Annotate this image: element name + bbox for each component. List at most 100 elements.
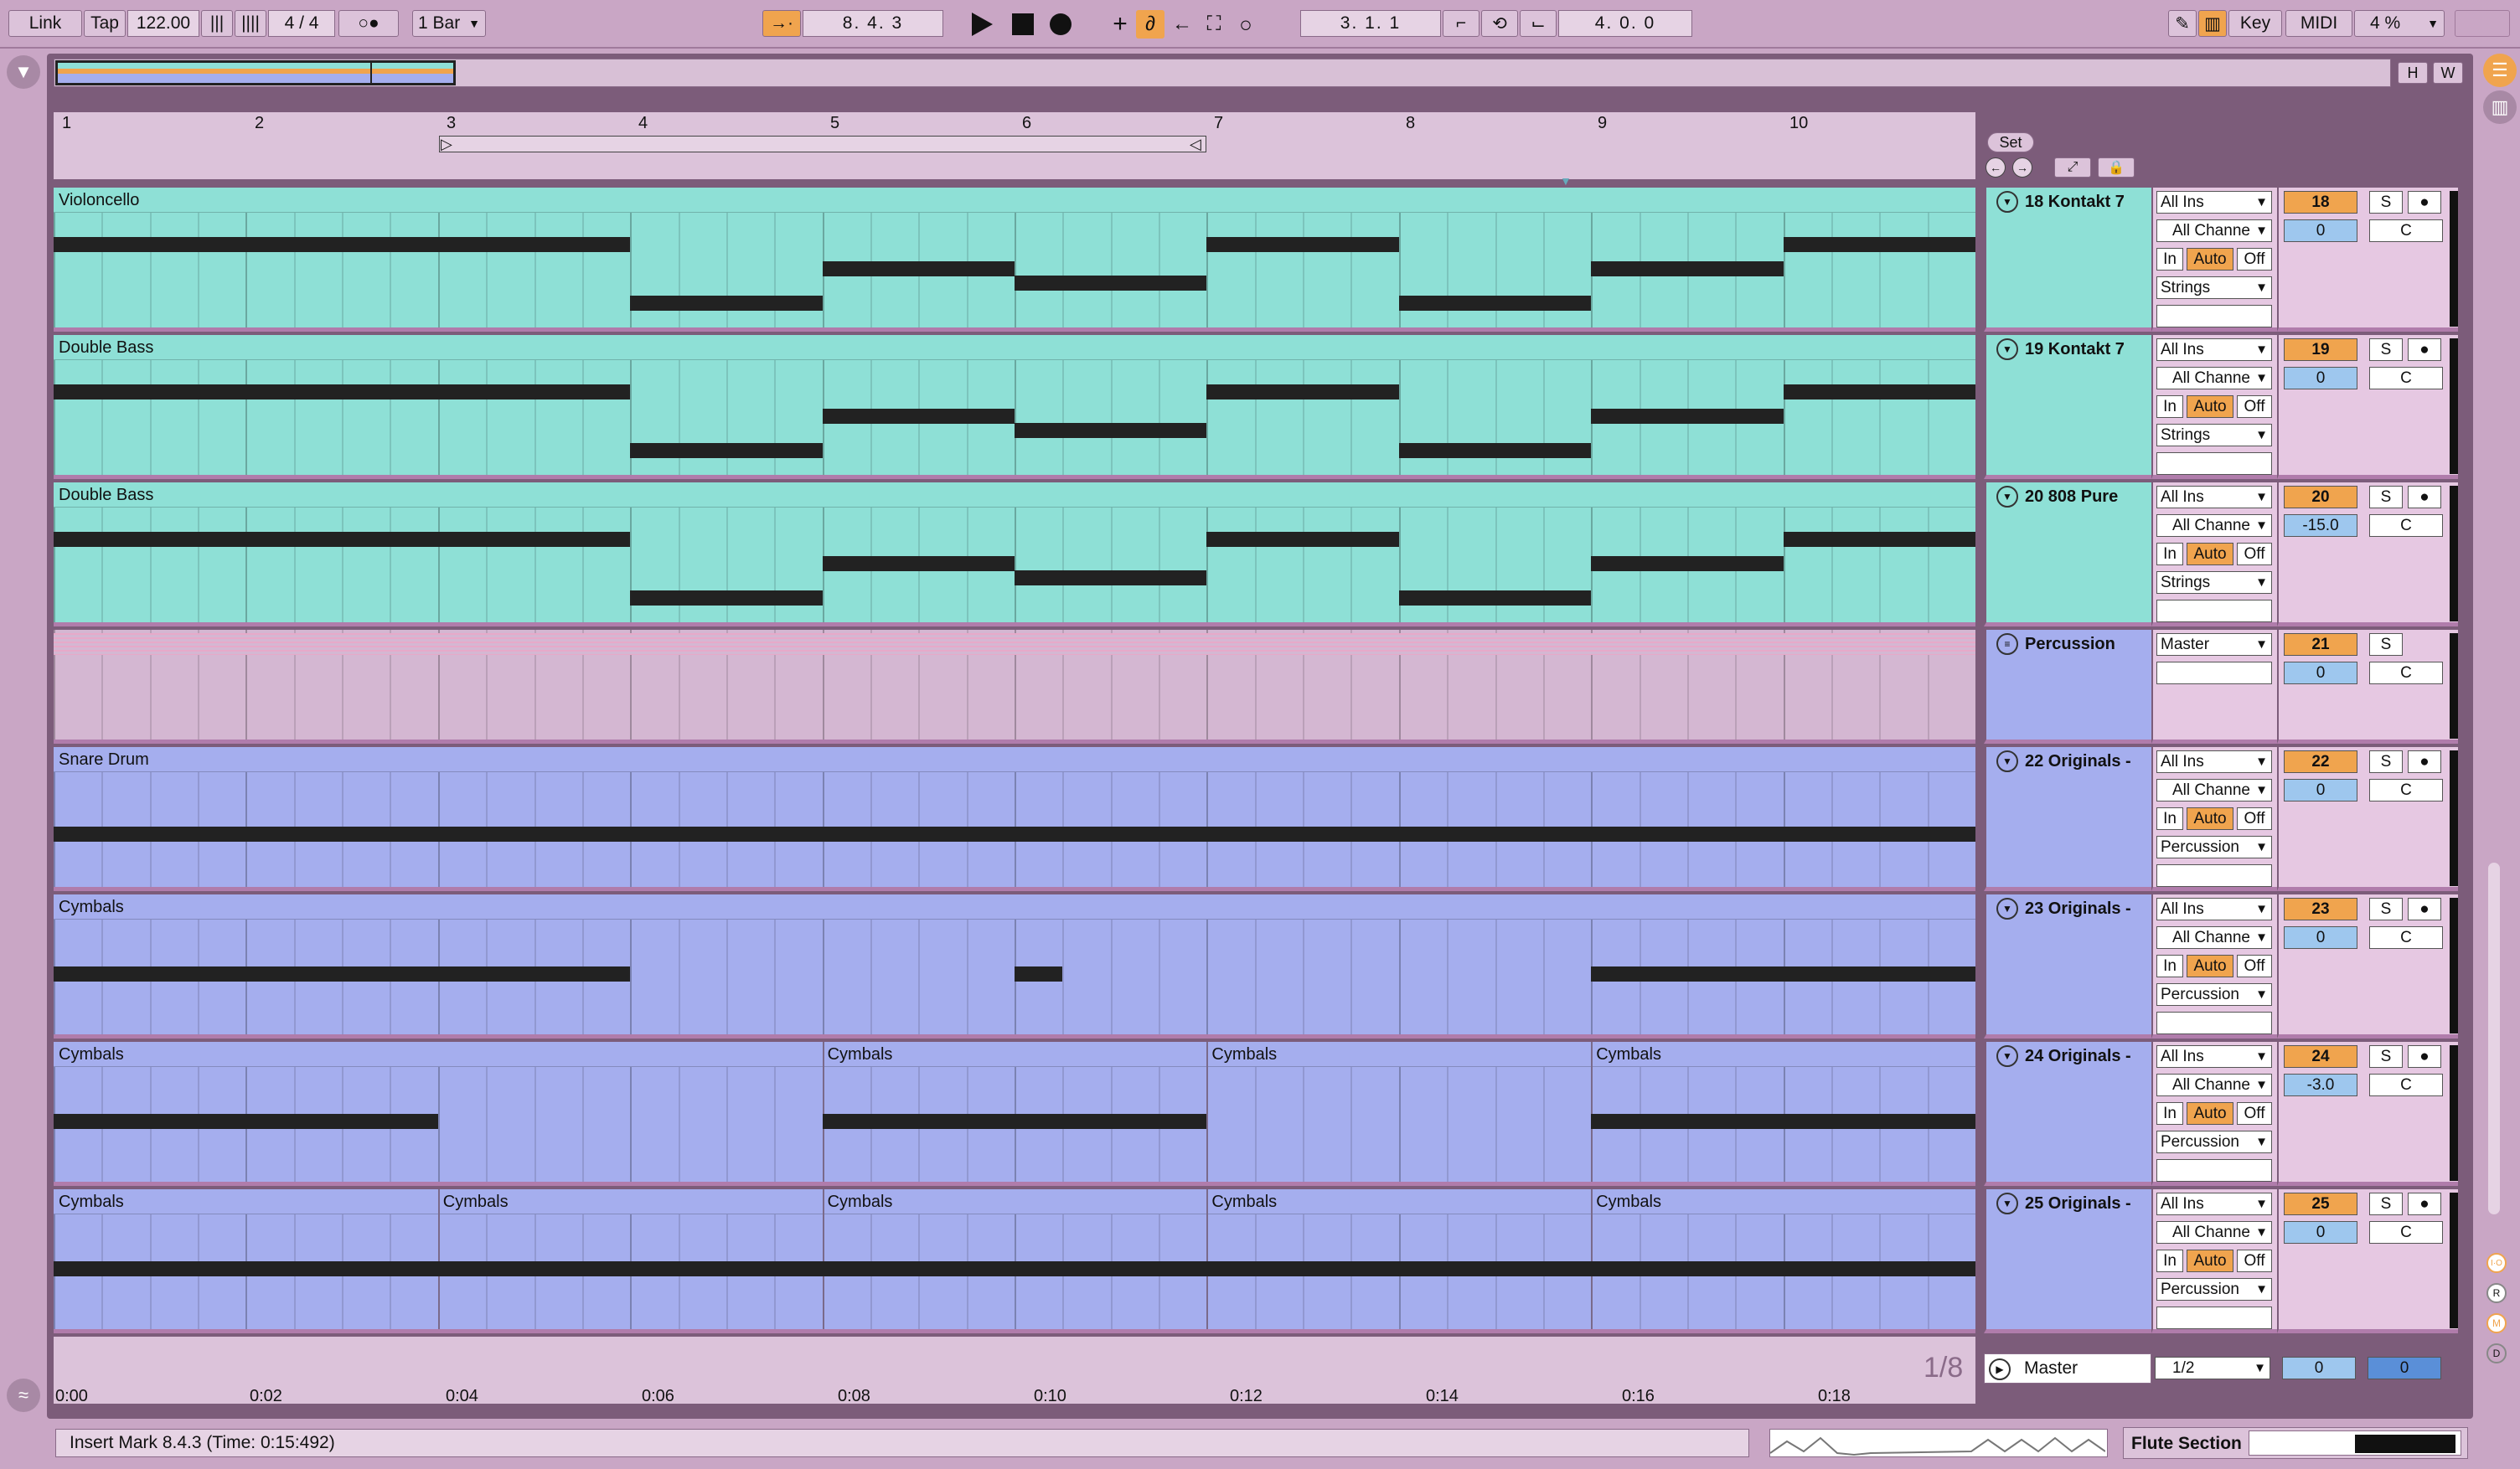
output-dropdown[interactable]: Percussion [2156, 836, 2272, 858]
input-type-dropdown[interactable]: All Ins [2156, 486, 2272, 508]
midi-note[interactable] [54, 384, 631, 399]
keyboard-icon[interactable]: ▥ [2198, 10, 2227, 37]
monitor-auto-button[interactable]: Auto [2187, 955, 2233, 977]
time-signature-field[interactable]: 4 / 4 [268, 10, 335, 37]
stop-button[interactable] [1009, 10, 1037, 39]
link-button[interactable]: Link [8, 10, 82, 37]
overdub-button[interactable]: + [1106, 10, 1134, 39]
track-activator-button[interactable]: 19 [2284, 338, 2357, 361]
master-pan-field[interactable]: 0 [2368, 1357, 2441, 1379]
midi-note[interactable] [822, 261, 1015, 276]
tempo-field[interactable]: 122.00 [127, 10, 199, 37]
midi-note[interactable] [1591, 409, 1784, 424]
monitor-auto-button[interactable]: Auto [2187, 543, 2233, 565]
solo-button[interactable]: S [2369, 1045, 2403, 1068]
track-header[interactable]: ▼ 19 Kontakt 7 [1984, 335, 2151, 479]
monitor-off-button[interactable]: Off [2237, 543, 2272, 565]
midi-note[interactable] [54, 237, 631, 252]
track-activator-button[interactable]: 21 [2284, 633, 2357, 656]
track-fold-icon[interactable]: ▼ [1996, 1045, 2018, 1067]
quantize-dropdown[interactable]: 1 Bar ▼ [412, 10, 486, 37]
monitor-in-button[interactable]: In [2156, 955, 2183, 977]
set-locator-button[interactable]: Set [1987, 132, 2034, 152]
draw-mode-icon[interactable]: ✎ [2168, 10, 2197, 37]
midi-note[interactable] [54, 532, 631, 547]
track-fold-icon[interactable]: ▼ [1996, 338, 2018, 360]
track-activator-button[interactable]: 18 [2284, 191, 2357, 214]
monitor-auto-button[interactable]: Auto [2187, 395, 2233, 418]
track-lane[interactable]: Cymbals Cymbals Cymbals Cymbals Cymbals [54, 1189, 1975, 1333]
midi-note[interactable] [1206, 532, 1399, 547]
output-channel-field[interactable] [2156, 662, 2272, 684]
overview-w-button[interactable]: W [2433, 62, 2463, 84]
track-activator-button[interactable]: 23 [2284, 898, 2357, 920]
monitor-auto-button[interactable]: Auto [2187, 807, 2233, 830]
track-activator-button[interactable]: 25 [2284, 1193, 2357, 1215]
input-channel-dropdown[interactable]: All Channe [2156, 219, 2272, 242]
back-to-arrangement-icon[interactable]: ← [1168, 10, 1196, 39]
midi-note[interactable] [630, 590, 823, 606]
midi-note[interactable] [822, 1114, 1207, 1129]
follow-button[interactable]: →· [762, 10, 801, 37]
input-channel-dropdown[interactable]: All Channe [2156, 779, 2272, 802]
solo-button[interactable]: S [2369, 1193, 2403, 1215]
midi-note[interactable] [1398, 295, 1592, 311]
output-dropdown[interactable]: Percussion [2156, 1278, 2272, 1301]
loop-length-field[interactable]: 4. 0. 0 [1558, 10, 1692, 37]
track-header[interactable]: ≡ Percussion [1984, 630, 2151, 744]
midi-note[interactable] [630, 442, 823, 458]
mixer-toggle-icon[interactable]: M [2486, 1313, 2507, 1333]
volume-field[interactable]: 0 [2284, 367, 2357, 389]
output-dropdown[interactable]: Strings [2156, 571, 2272, 594]
output-channel-field[interactable] [2156, 305, 2272, 327]
pan-field[interactable]: C [2369, 367, 2443, 389]
monitor-auto-button[interactable]: Auto [2187, 248, 2233, 271]
grid-quantization-label[interactable]: 1/8 [1924, 1352, 1963, 1384]
midi-note[interactable] [822, 409, 1015, 424]
input-channel-dropdown[interactable]: All Channe [2156, 1221, 2272, 1244]
next-locator-icon[interactable]: → [2012, 157, 2032, 178]
io-toggle-icon[interactable]: I·O [2486, 1253, 2507, 1273]
pan-field[interactable]: C [2369, 662, 2443, 684]
overview-h-button[interactable]: H [2398, 62, 2428, 84]
output-channel-field[interactable] [2156, 1307, 2272, 1329]
input-type-dropdown[interactable]: All Ins [2156, 1193, 2272, 1215]
track-activator-button[interactable]: 20 [2284, 486, 2357, 508]
clip-header[interactable] [54, 188, 1975, 213]
output-channel-field[interactable] [2156, 1012, 2272, 1034]
key-map-button[interactable]: Key [2228, 10, 2282, 37]
solo-button[interactable]: S [2369, 750, 2403, 773]
pan-field[interactable]: C [2369, 514, 2443, 537]
clip-header[interactable] [54, 1042, 1975, 1067]
delay-toggle-icon[interactable]: D [2486, 1343, 2507, 1363]
volume-field[interactable]: 0 [2284, 1221, 2357, 1244]
midi-note[interactable] [1591, 1114, 1975, 1129]
midi-note[interactable] [1206, 237, 1399, 252]
track-lane[interactable]: Cymbals Cymbals Cymbals Cymbals [54, 1042, 1975, 1186]
metronome-button[interactable]: ○● [338, 10, 399, 37]
input-type-dropdown[interactable]: All Ins [2156, 750, 2272, 773]
output-dropdown[interactable]: Strings [2156, 276, 2272, 299]
pan-field[interactable]: C [2369, 926, 2443, 949]
monitor-off-button[interactable]: Off [2237, 807, 2272, 830]
track-lane[interactable]: Double Bass [54, 482, 1975, 626]
volume-field[interactable]: -3.0 [2284, 1074, 2357, 1096]
master-volume-field[interactable]: 0 [2282, 1357, 2356, 1379]
loop-brace[interactable] [439, 136, 1206, 152]
lock-icon[interactable]: 🔒 [2098, 157, 2135, 178]
output-dropdown[interactable]: Percussion [2156, 1131, 2272, 1153]
input-type-dropdown[interactable]: All Ins [2156, 338, 2272, 361]
track-activator-button[interactable]: 24 [2284, 1045, 2357, 1068]
track-fold-icon[interactable]: ▼ [1996, 191, 2018, 213]
groove-icon[interactable]: ≈ [7, 1379, 40, 1412]
nudge-up-icon[interactable]: |||| [235, 10, 266, 37]
pan-field[interactable]: C [2369, 219, 2443, 242]
midi-note[interactable] [1591, 261, 1784, 276]
track-lane[interactable]: Double Bass [54, 335, 1975, 479]
track-lane[interactable]: Cymbals [54, 894, 1975, 1039]
track-header[interactable]: ▼ 25 Originals - [1984, 1189, 2151, 1333]
play-button[interactable] [967, 10, 997, 39]
input-type-dropdown[interactable]: All Ins [2156, 191, 2272, 214]
pan-field[interactable]: C [2369, 1074, 2443, 1096]
pan-field[interactable]: C [2369, 779, 2443, 802]
